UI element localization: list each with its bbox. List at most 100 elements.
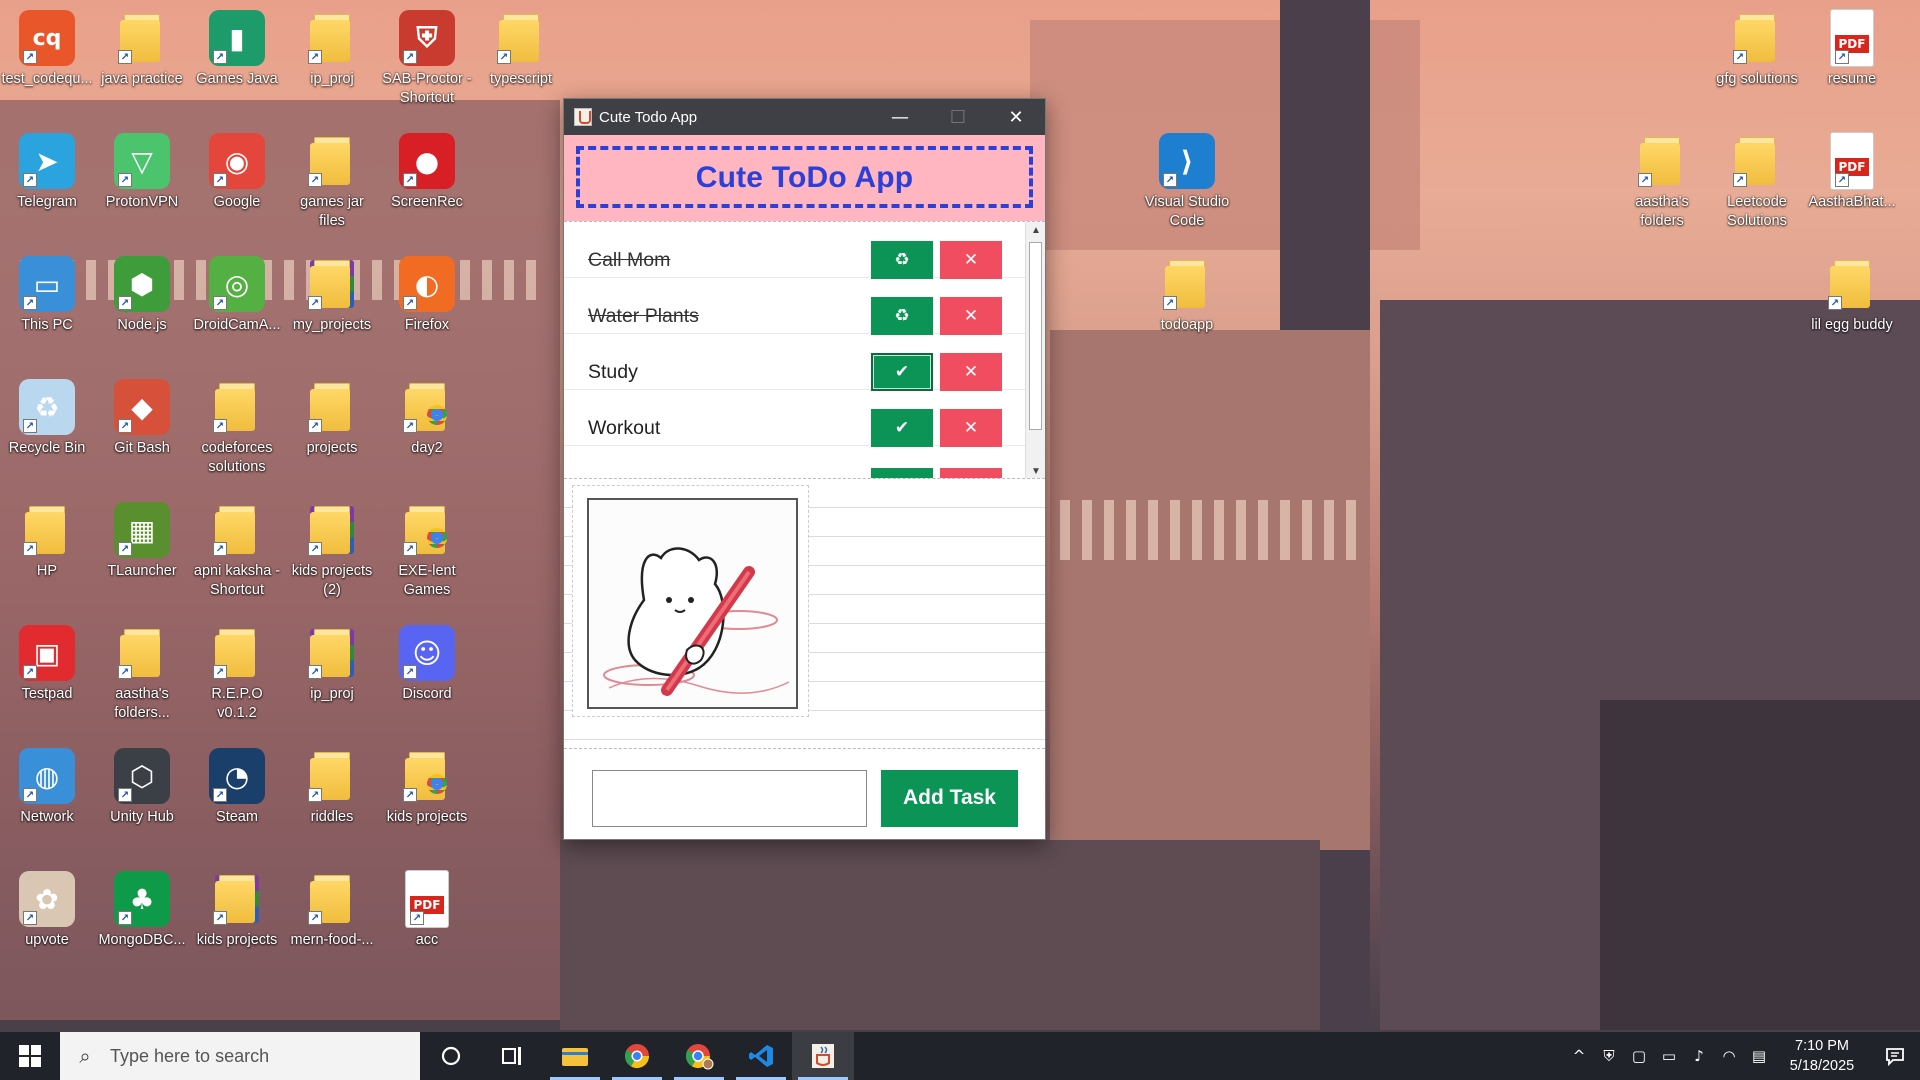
delete-task-button[interactable]: ✕ <box>940 297 1002 335</box>
complete-task-button[interactable]: ✔ <box>871 353 933 391</box>
desktop-icon[interactable]: ◆ ↗ Git Bash <box>96 371 188 481</box>
desktop-icon[interactable]: ◐ ↗ Firefox <box>381 248 473 358</box>
desktop-icon[interactable]: PDF ↗ AasthaBhat... <box>1806 125 1898 235</box>
desktop-icon[interactable]: ◎ ↗ DroidCamA... <box>191 248 283 358</box>
desktop-icon[interactable]: ⛨ ↗ SAB-Proctor - Shortcut <box>381 2 473 112</box>
delete-task-button[interactable]: ✕ <box>940 409 1002 447</box>
desktop-icon[interactable]: ♻ ↗ Recycle Bin <box>1 371 93 481</box>
desktop-icon[interactable]: ↗ HP <box>1 494 93 604</box>
chevron-up-icon[interactable]: ^ <box>1564 1047 1594 1065</box>
desktop-icon[interactable]: ➤ ↗ Telegram <box>1 125 93 235</box>
shortcut-arrow-icon: ↗ <box>23 665 37 679</box>
task-list-scrollbar[interactable]: ▲ ▼ <box>1025 222 1045 478</box>
shortcut-arrow-icon: ↗ <box>308 419 322 433</box>
desktop-icon[interactable]: ↗ my_projects <box>286 248 378 358</box>
desktop-icon[interactable]: PDF ↗ acc <box>381 863 473 973</box>
desktop-icon[interactable]: ↗ ip_proj <box>286 2 378 112</box>
battery-icon[interactable]: ▭ <box>1654 1047 1684 1065</box>
desktop-icon[interactable]: ✿ ↗ upvote <box>1 863 93 973</box>
desktop-icon[interactable]: ⬢ ↗ Node.js <box>96 248 188 358</box>
add-task-button[interactable]: Add Task <box>881 769 1018 827</box>
delete-task-button[interactable]: ✕ <box>940 353 1002 391</box>
desktop-icon[interactable]: ● ↗ ScreenRec <box>381 125 473 235</box>
scroll-thumb[interactable] <box>1029 242 1042 430</box>
desktop-icon[interactable]: ♣ ↗ MongoDBC... <box>96 863 188 973</box>
scroll-up-arrow-icon[interactable]: ▲ <box>1026 222 1045 239</box>
desktop-icon[interactable]: ↗ kids projects <box>381 740 473 850</box>
taskbar-chrome[interactable] <box>606 1032 668 1080</box>
keyboard-icon[interactable]: ▤ <box>1744 1047 1774 1065</box>
taskbar-file-explorer[interactable] <box>544 1032 606 1080</box>
desktop-icon-label: Telegram <box>17 194 77 210</box>
desktop-icon[interactable]: ↗ R.E.P.O v0.1.2 <box>191 617 283 727</box>
webcam-icon[interactable]: ▢ <box>1624 1047 1654 1065</box>
desktop-icon[interactable]: ↗ java practice <box>96 2 188 112</box>
undo-task-button[interactable]: ♻ <box>871 241 933 279</box>
undo-task-button[interactable]: ♻ <box>871 297 933 335</box>
desktop-icon[interactable]: ◉ ↗ Google <box>191 125 283 235</box>
wifi-icon[interactable]: ◠ <box>1714 1047 1744 1065</box>
desktop-icon[interactable]: cq ↗ test_codequ... <box>1 2 93 112</box>
desktop-icon-label: MongoDBC... <box>98 932 186 948</box>
desktop-icon[interactable]: ↗ kids projects (2) <box>286 494 378 604</box>
taskbar-chrome-profile[interactable] <box>668 1032 730 1080</box>
desktop-icon[interactable]: ↗ day2 <box>381 371 473 481</box>
desktop-icon[interactable]: ↗ ip_proj <box>286 617 378 727</box>
window-titlebar[interactable]: Cute Todo App — ☐ ✕ <box>564 99 1045 135</box>
desktop-icon[interactable]: ↗ EXE-lent Games <box>381 494 473 604</box>
start-button[interactable] <box>0 1032 60 1080</box>
shortcut-arrow-icon: ↗ <box>403 788 417 802</box>
task-list[interactable]: Call Mom ♻ ✕ Water Plants ♻ ✕ Study ✔ ✕ Workout ✔ ✕… <box>564 221 1045 479</box>
desktop-icon[interactable]: ↗ Leetcode Solutions <box>1711 125 1803 235</box>
desktop-icon[interactable]: ↗ aastha's folders... <box>96 617 188 727</box>
desktop-icon[interactable]: ▦ ↗ TLauncher <box>96 494 188 604</box>
todo-app-window[interactable]: Cute Todo App — ☐ ✕ Cute ToDo App Call M… <box>563 98 1046 840</box>
desktop-icon[interactable]: ↗ mern-food-... <box>286 863 378 973</box>
action-center-button[interactable] <box>1870 1046 1920 1066</box>
desktop-icon[interactable]: ↗ kids projects <box>191 863 283 973</box>
shortcut-arrow-icon: ↗ <box>118 542 132 556</box>
desktop-icon[interactable]: ◔ ↗ Steam <box>191 740 283 850</box>
task-view-button[interactable] <box>482 1032 544 1080</box>
desktop-icon[interactable]: ↗ codeforces solutions <box>191 371 283 481</box>
desktop-icon[interactable]: ↗ lil egg buddy <box>1806 248 1898 358</box>
desktop-icon[interactable]: PDF ↗ resume <box>1806 2 1898 112</box>
minimize-button[interactable]: — <box>871 99 929 135</box>
desktop-icon[interactable]: ↗ gfg solutions <box>1711 2 1803 112</box>
cortana-button[interactable] <box>420 1032 482 1080</box>
desktop-icon[interactable]: ▮ ↗ Games Java <box>191 2 283 112</box>
desktop-icon[interactable]: ⟩ ↗ Visual Studio Code <box>1141 125 1233 235</box>
desktop-icon[interactable]: ▽ ↗ ProtonVPN <box>96 125 188 235</box>
delete-button-partial[interactable] <box>940 468 1002 478</box>
shortcut-arrow-icon: ↗ <box>403 665 417 679</box>
desktop-icon[interactable]: ↗ aastha's folders <box>1616 125 1708 235</box>
desktop-icon[interactable]: ▭ ↗ This PC <box>1 248 93 358</box>
taskbar-search-box[interactable]: ⌕ Type here to search <box>60 1032 420 1080</box>
taskbar-java-app[interactable] <box>792 1032 854 1080</box>
desktop-icon[interactable]: ↗ riddles <box>286 740 378 850</box>
desktop-icon[interactable]: ↗ projects <box>286 371 378 481</box>
desktop-icon-label: This PC <box>21 317 73 333</box>
shortcut-arrow-icon: ↗ <box>118 173 132 187</box>
maximize-button[interactable]: ☐ <box>929 99 987 135</box>
desktop-icon[interactable]: ↗ todoapp <box>1141 248 1233 358</box>
close-window-button[interactable]: ✕ <box>987 99 1045 135</box>
security-icon[interactable]: ⛨ <box>1594 1047 1624 1065</box>
app-icon: ▮ ↗ <box>209 10 265 66</box>
desktop-icon[interactable]: ◍ ↗ Network <box>1 740 93 850</box>
desktop-icon[interactable]: ↗ typescript <box>475 2 567 112</box>
desktop-icon[interactable]: ☺ ↗ Discord <box>381 617 473 727</box>
volume-icon[interactable]: ♪ <box>1684 1047 1714 1065</box>
desktop-icon[interactable]: ↗ games jar files <box>286 125 378 235</box>
taskbar-vscode[interactable] <box>730 1032 792 1080</box>
taskbar-clock[interactable]: 7:10 PM 5/18/2025 <box>1774 1036 1870 1076</box>
complete-task-button[interactable]: ✔ <box>871 409 933 447</box>
toggle-button-partial[interactable] <box>871 468 933 478</box>
delete-task-button[interactable]: ✕ <box>940 241 1002 279</box>
desktop-icon[interactable]: ↗ apni kaksha - Shortcut <box>191 494 283 604</box>
desktop-icon[interactable]: ⬡ ↗ Unity Hub <box>96 740 188 850</box>
new-task-input[interactable] <box>592 769 867 827</box>
desktop-icon-label: EXE-lent Games <box>398 563 456 598</box>
desktop-icon[interactable]: ▣ ↗ Testpad <box>1 617 93 727</box>
scroll-down-arrow-icon[interactable]: ▼ <box>1026 463 1045 478</box>
